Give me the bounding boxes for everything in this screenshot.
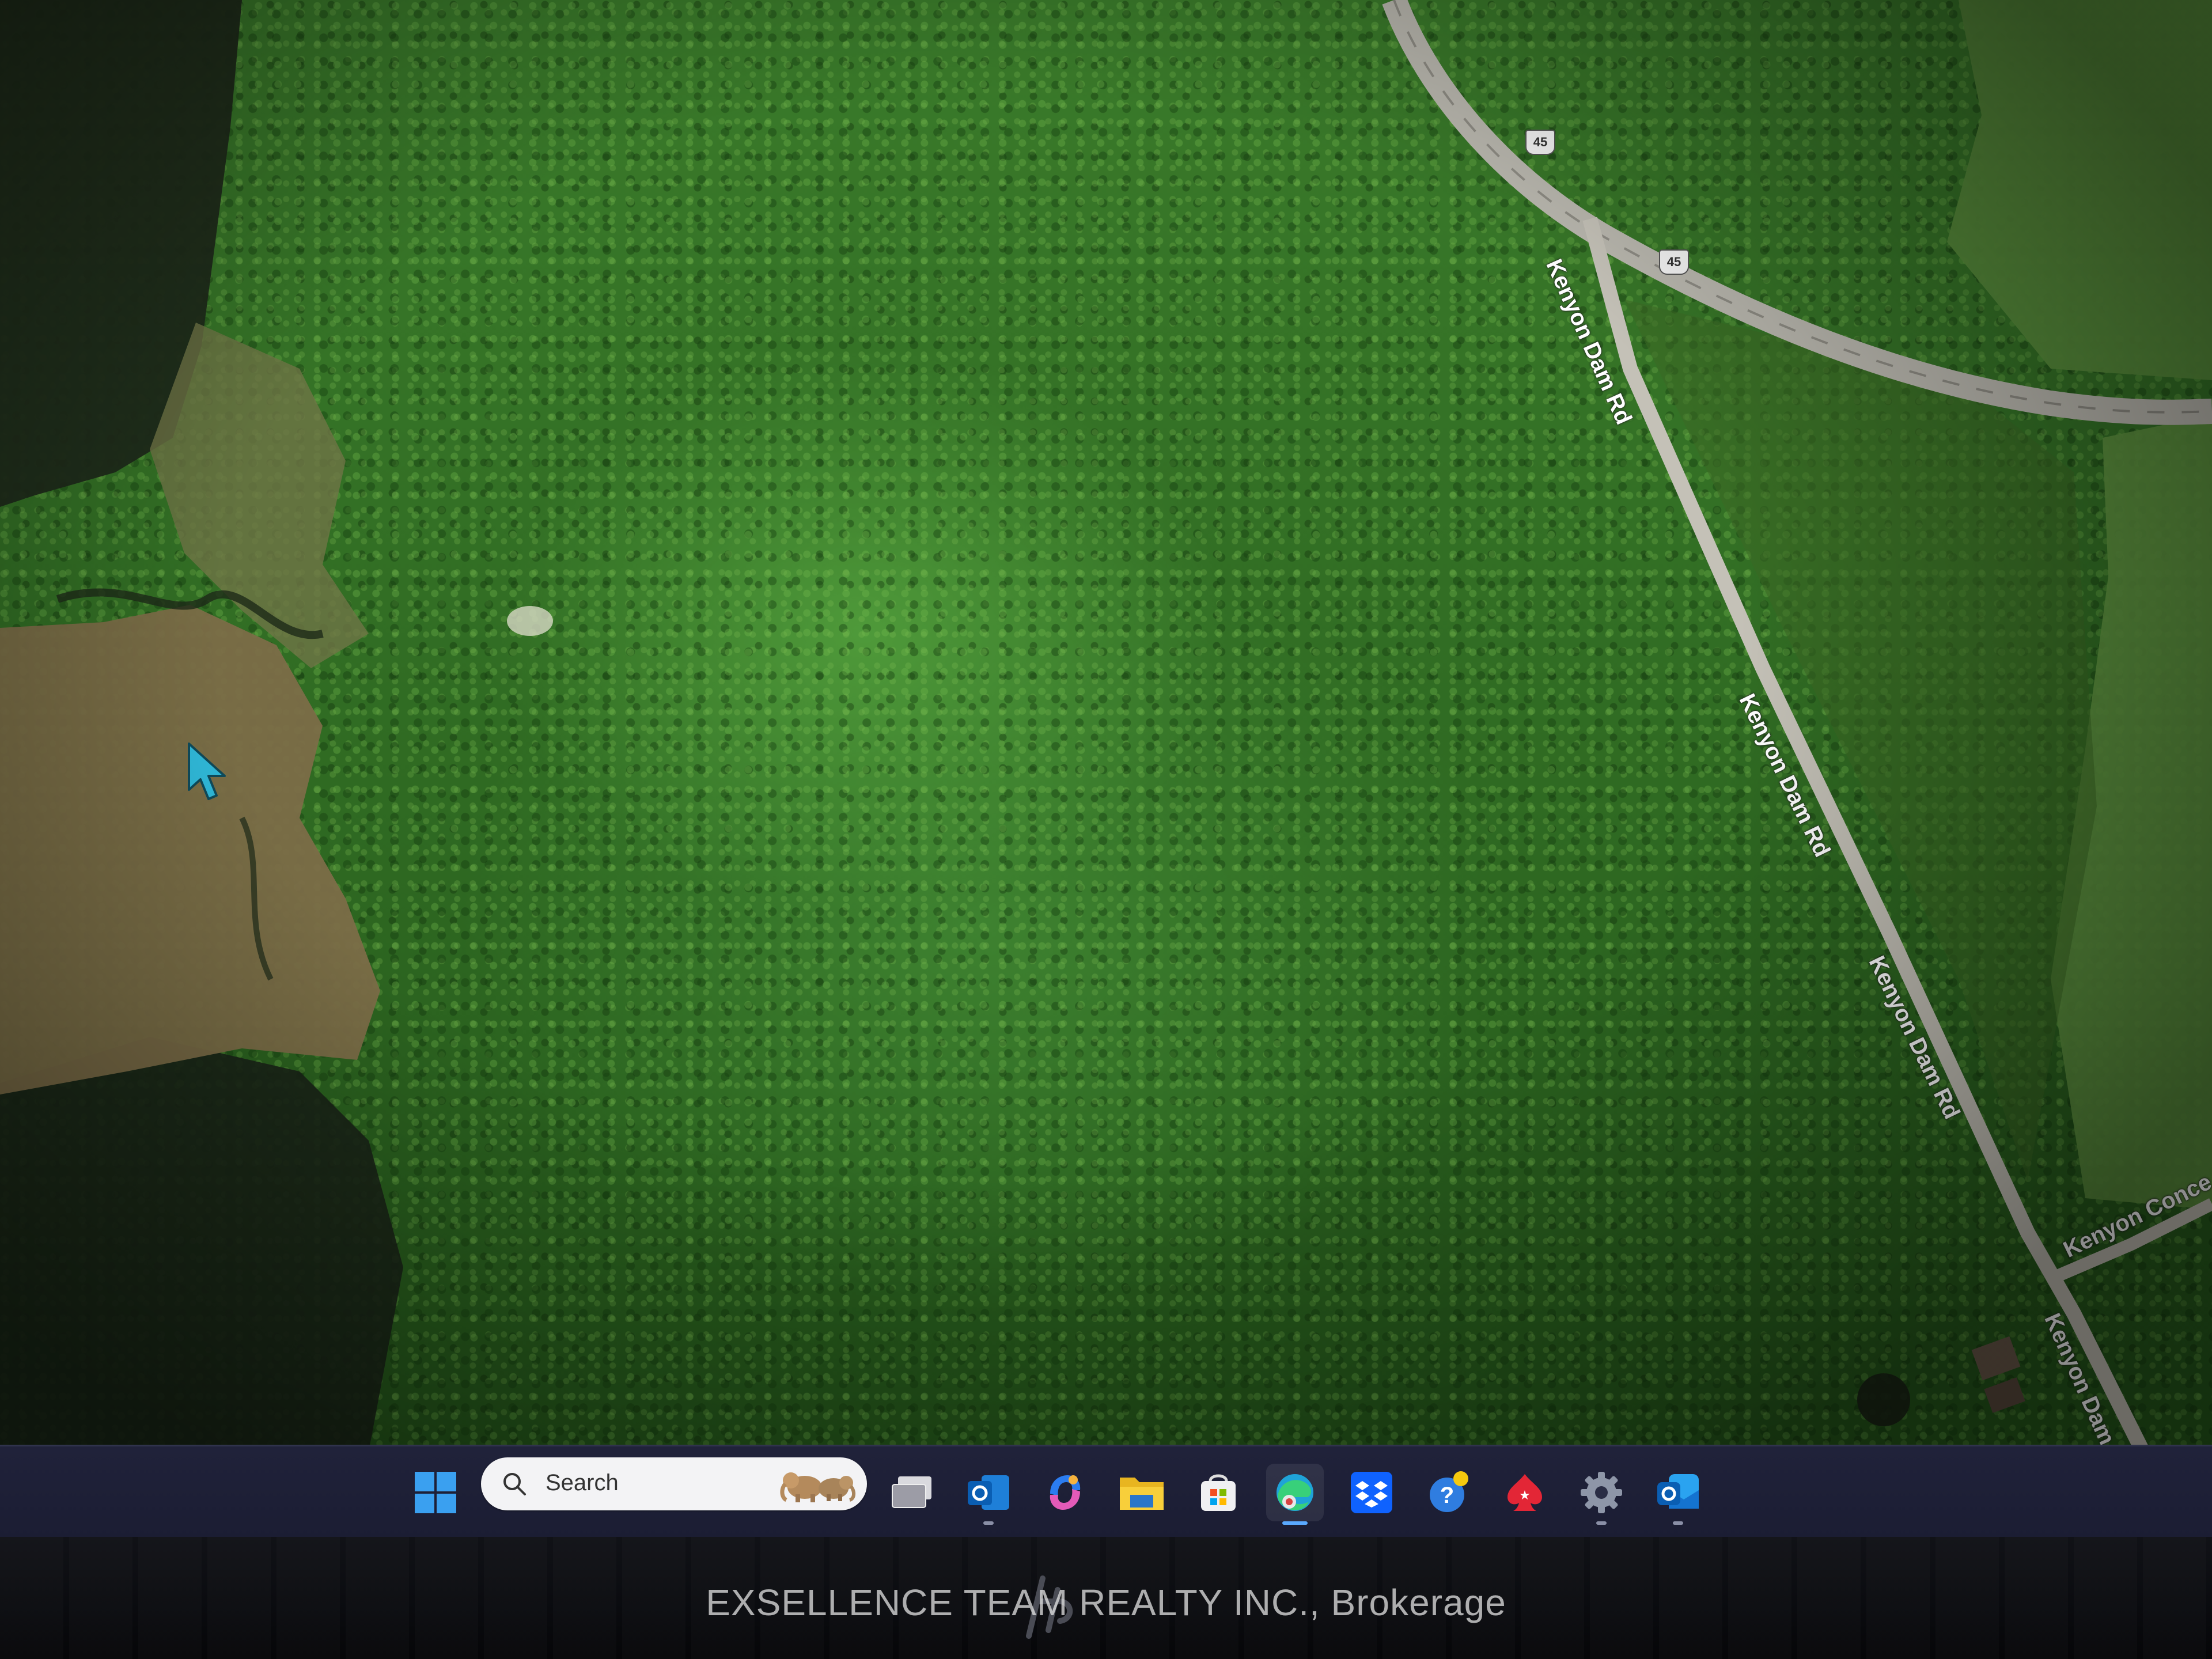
copilot-icon (1050, 1475, 1081, 1510)
settings-button[interactable] (1573, 1464, 1630, 1525)
outlook-icon (968, 1475, 1009, 1510)
help-button[interactable]: ? (1419, 1464, 1477, 1521)
outlook-new-icon (1657, 1474, 1699, 1509)
photo-of-laptop-screen: Kenyon Dam Rd Kenyon Dam Rd Kenyon Dam R… (0, 0, 2212, 1659)
elephant-icon (780, 1472, 855, 1502)
store-button[interactable] (1190, 1464, 1247, 1521)
dropbox-button[interactable] (1343, 1464, 1400, 1521)
spade-icon: ★ (1508, 1474, 1542, 1511)
svg-text:?: ? (1440, 1483, 1454, 1508)
cursor-arrow-icon (188, 743, 226, 800)
edge-button[interactable] (1266, 1464, 1324, 1525)
search-placeholder: Search (546, 1470, 619, 1495)
highway-shield: 45 (1659, 249, 1689, 275)
satellite-map[interactable]: Kenyon Dam Rd Kenyon Dam Rd Kenyon Dam R… (0, 0, 2212, 1452)
dropbox-icon (1351, 1472, 1392, 1513)
highway-shield: 45 (1525, 130, 1555, 155)
store-icon (1201, 1474, 1236, 1511)
folder-icon (1120, 1478, 1164, 1510)
taskbar-search-box[interactable]: Search (481, 1457, 867, 1510)
file-explorer-button[interactable] (1113, 1464, 1171, 1521)
task-view-button[interactable] (883, 1464, 941, 1521)
gear-icon (1581, 1472, 1622, 1513)
map-features (0, 0, 2212, 1452)
copilot-button[interactable] (1036, 1464, 1094, 1521)
task-view-icon (892, 1476, 931, 1508)
help-icon: ? (1430, 1471, 1468, 1512)
edge-icon (1277, 1474, 1313, 1511)
outlook-button[interactable] (960, 1464, 1017, 1525)
watermark-text: EXSELLENCE TEAM REALTY INC., Brokerage (706, 1582, 1506, 1623)
field-top-right (1947, 0, 2212, 380)
outlook-new-button[interactable] (1649, 1464, 1707, 1525)
taskbar: ? ★ (0, 1445, 2212, 1539)
start-button[interactable] (407, 1464, 464, 1521)
windows-start-icon (415, 1472, 456, 1513)
wetland-area (0, 605, 380, 1094)
solitaire-button[interactable]: ★ (1496, 1464, 1554, 1521)
lake-area-lower (0, 1037, 403, 1452)
search-icon (503, 1473, 526, 1495)
svg-text:★: ★ (1519, 1488, 1531, 1502)
